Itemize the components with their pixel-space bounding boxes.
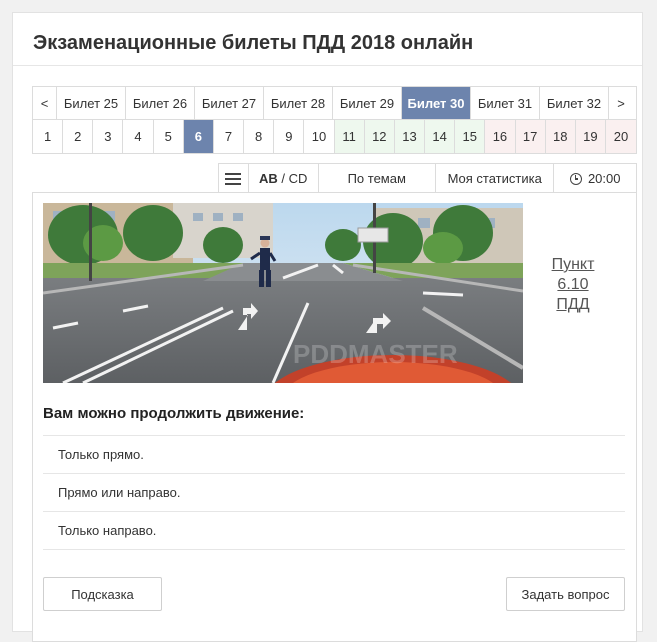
- menu-icon: [225, 172, 242, 185]
- category-ab: AB: [258, 171, 278, 186]
- question-text: Вам можно продолжить движение:: [43, 405, 305, 422]
- question-number[interactable]: 12: [364, 120, 395, 153]
- statistics-button[interactable]: Моя статистика: [436, 164, 555, 193]
- answer-list: Только прямо. Прямо или направо. Только …: [43, 435, 625, 550]
- main-card: Экзаменационные билеты ПДД 2018 онлайн <…: [12, 12, 643, 642]
- question-number[interactable]: 16: [485, 120, 516, 153]
- question-number[interactable]: 9: [274, 120, 305, 153]
- menu-button[interactable]: [219, 164, 249, 193]
- ticket-tab[interactable]: Билет 31: [471, 87, 540, 119]
- question-number[interactable]: 14: [425, 120, 456, 153]
- question-number[interactable]: 1: [33, 120, 64, 153]
- question-number[interactable]: 2: [63, 120, 94, 153]
- title-divider: [13, 65, 642, 66]
- ticket-next-button[interactable]: >: [609, 87, 633, 119]
- category-separator: /: [277, 171, 289, 186]
- category-switch[interactable]: AB / CD: [249, 164, 319, 193]
- question-number-active[interactable]: 6: [183, 120, 214, 153]
- ticket-tab[interactable]: Билет 32: [540, 87, 609, 119]
- rule-reference-link[interactable]: Пункт 6.10 ПДД: [543, 255, 603, 315]
- ticket-tab[interactable]: Билет 25: [57, 87, 126, 119]
- question-nav: 1 2 3 4 5 6 7 8 9 10 11 12 13 14 15 16 1…: [32, 120, 637, 154]
- ticket-tab[interactable]: Билет 29: [333, 87, 402, 119]
- clock-icon: [569, 172, 582, 185]
- answer-option[interactable]: Прямо или направо.: [43, 473, 625, 511]
- ticket-tab[interactable]: Билет 27: [195, 87, 264, 119]
- question-number[interactable]: 19: [575, 120, 606, 153]
- topics-button[interactable]: По темам: [319, 164, 436, 193]
- question-number[interactable]: 10: [304, 120, 335, 153]
- question-number[interactable]: 8: [244, 120, 275, 153]
- answer-option[interactable]: Только прямо.: [43, 435, 625, 473]
- ticket-prev-button[interactable]: <: [33, 87, 57, 119]
- question-number[interactable]: 20: [605, 120, 637, 153]
- question-number[interactable]: 3: [93, 120, 124, 153]
- road-scene: PDDMASTER: [43, 203, 523, 383]
- question-image: PDDMASTER: [43, 203, 523, 383]
- question-number[interactable]: 7: [214, 120, 245, 153]
- ticket-tab[interactable]: Билет 26: [126, 87, 195, 119]
- ticket-tab-active[interactable]: Билет 30: [402, 87, 471, 119]
- question-number[interactable]: 5: [154, 120, 184, 153]
- question-number[interactable]: 11: [334, 120, 365, 153]
- question-number[interactable]: 13: [394, 120, 426, 153]
- watermark-text: PDDMASTER: [293, 339, 458, 369]
- question-number[interactable]: 4: [123, 120, 154, 153]
- page-title: Экзаменационные билеты ПДД 2018 онлайн: [33, 32, 474, 54]
- question-number[interactable]: 18: [545, 120, 576, 153]
- question-number[interactable]: 15: [455, 120, 486, 153]
- question-box: PDDMASTER Пункт 6.10 ПДД Вам можно продо…: [32, 192, 637, 642]
- ticket-tab[interactable]: Билет 28: [264, 87, 333, 119]
- answer-option[interactable]: Только направо.: [43, 511, 625, 550]
- timer-value: 20:00: [587, 171, 621, 186]
- ask-question-button[interactable]: Задать вопрос: [506, 577, 625, 611]
- rule-reference-line: 6.10: [557, 276, 589, 293]
- exam-toolbar: AB / CD По темам Моя статистика 20:00: [218, 163, 637, 193]
- rule-reference-line: Пункт: [551, 256, 595, 273]
- category-cd: CD: [288, 171, 308, 186]
- timer: 20:00: [554, 164, 636, 193]
- ticket-nav: < Билет 25 Билет 26 Билет 27 Билет 28 Би…: [32, 86, 637, 120]
- question-number[interactable]: 17: [515, 120, 546, 153]
- rule-reference-line: ПДД: [556, 296, 590, 313]
- hint-button[interactable]: Подсказка: [43, 577, 162, 611]
